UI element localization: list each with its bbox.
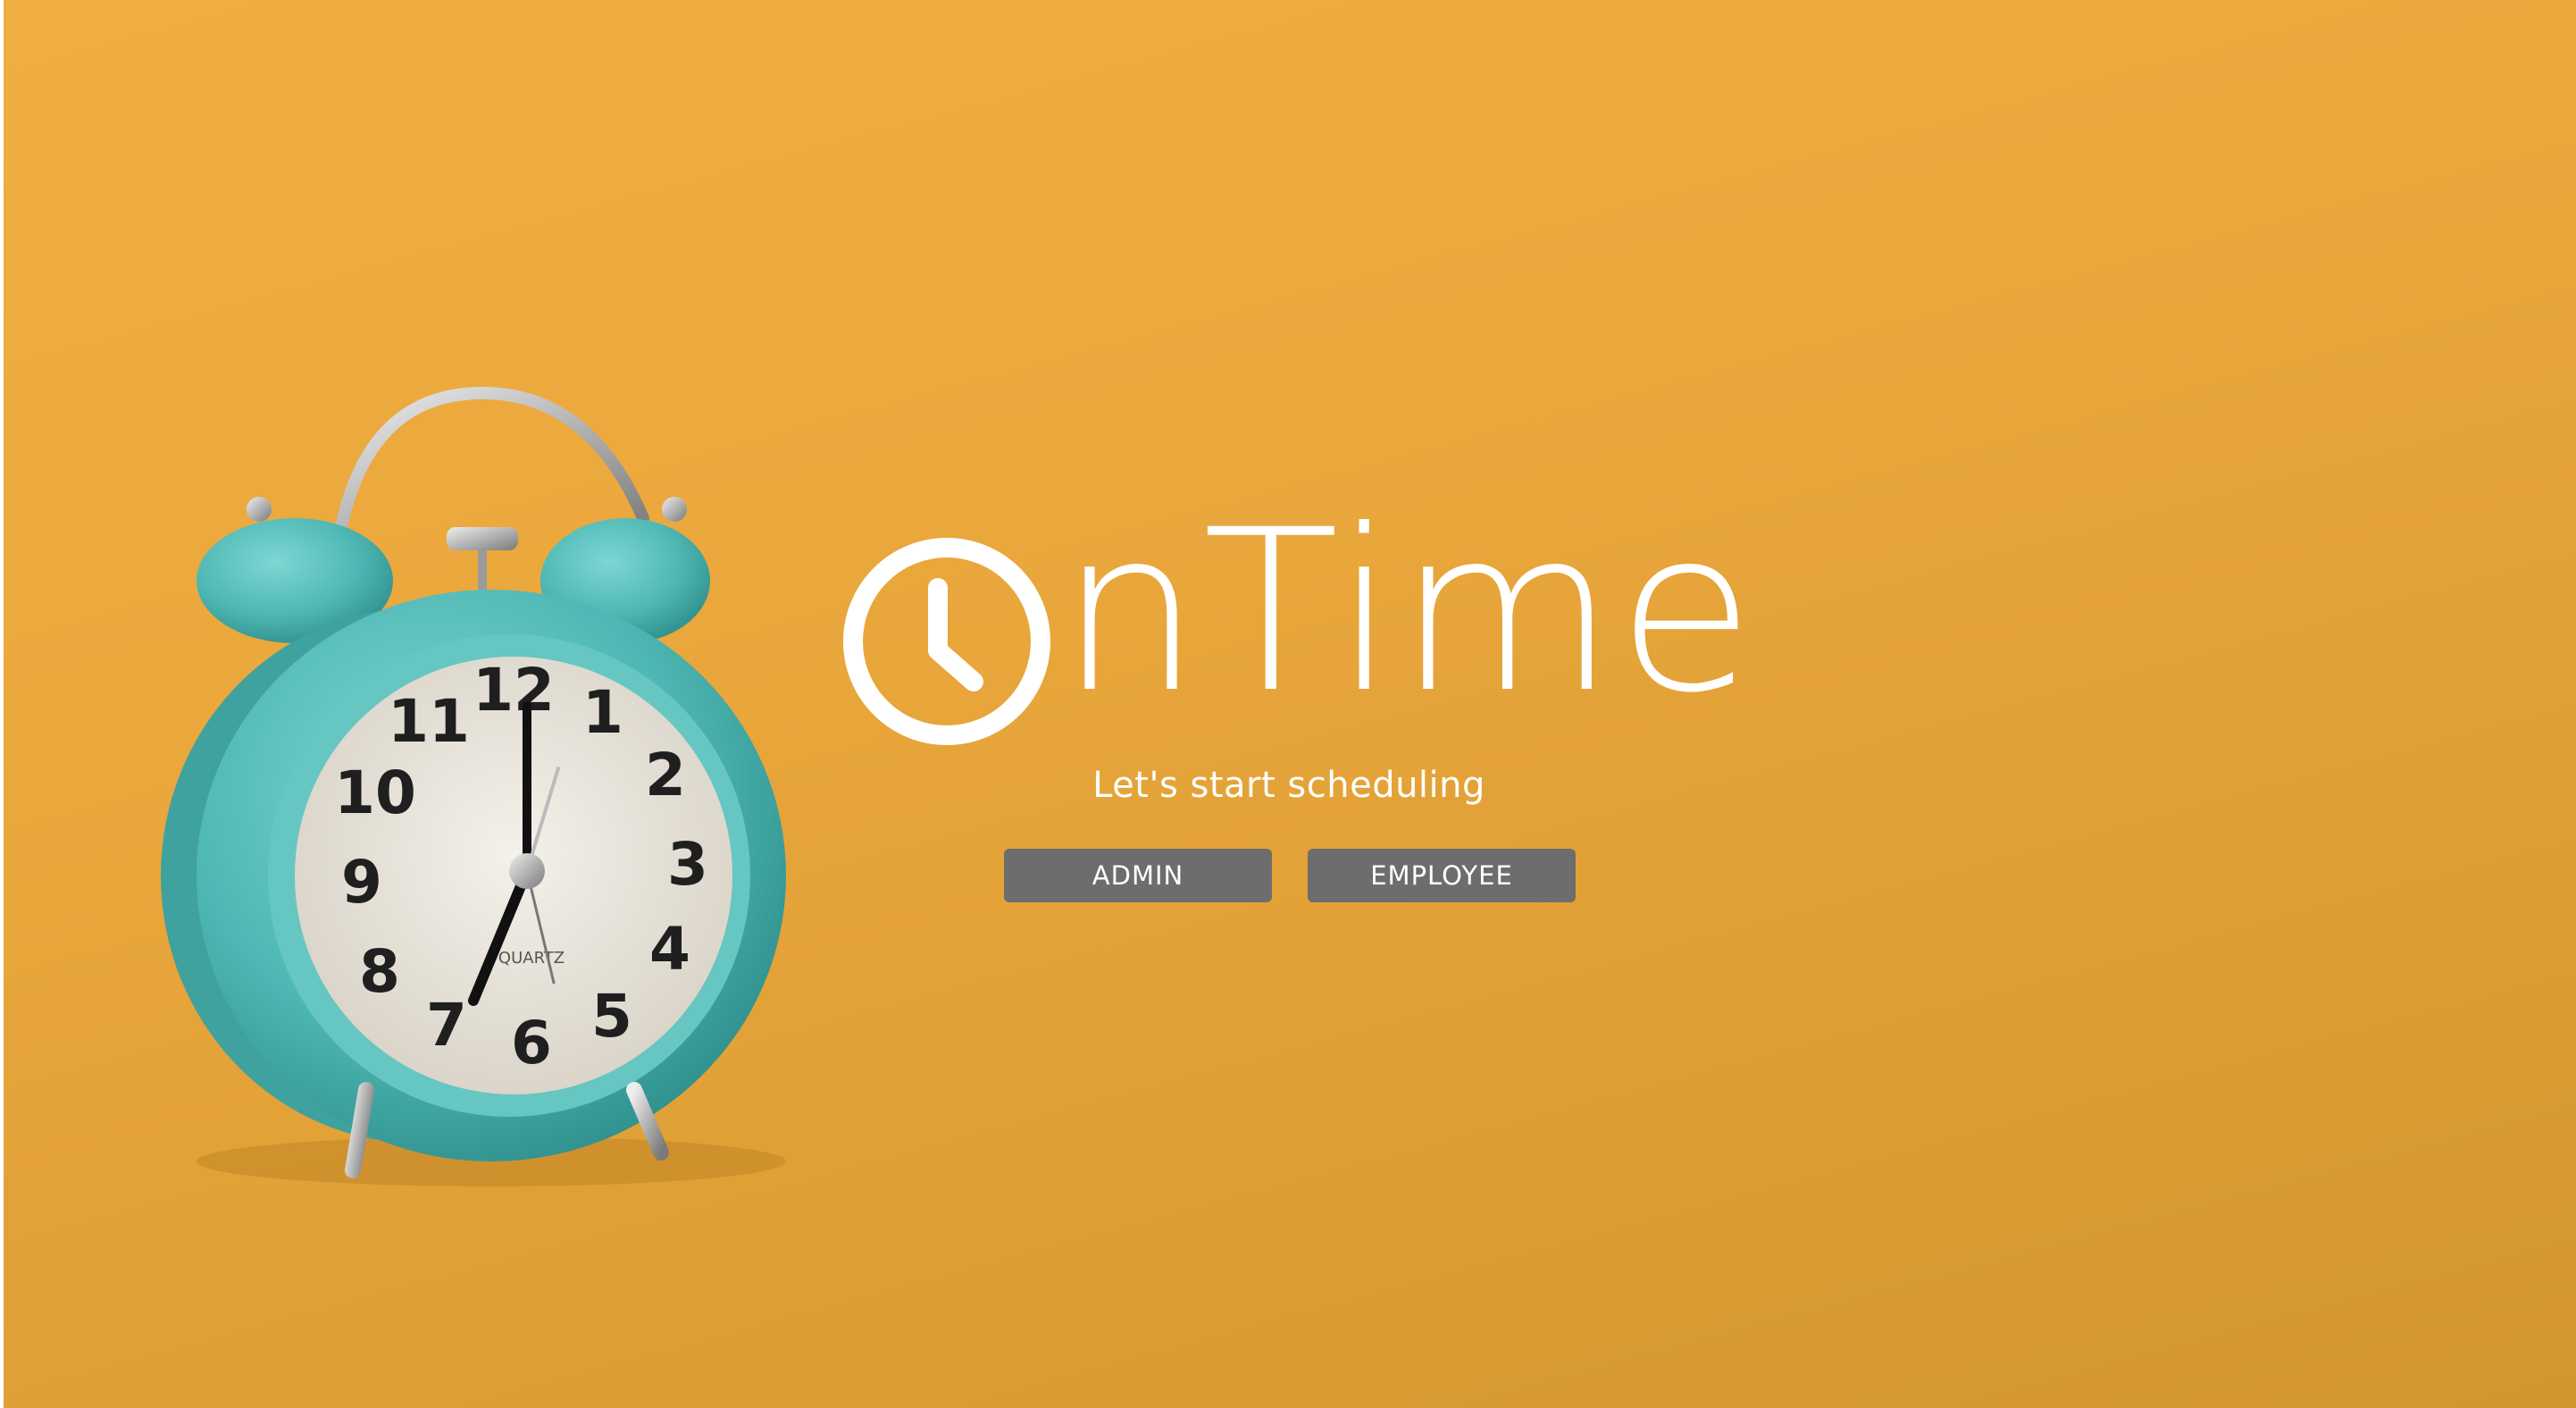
svg-text:7: 7 [426, 991, 467, 1060]
svg-text:8: 8 [359, 937, 400, 1006]
hero-section: nTime Let's start scheduling ADMIN EMPLO… [0, 500, 2576, 947]
tagline: Let's start scheduling [1092, 765, 1485, 806]
employee-button[interactable]: EMPLOYEE [1308, 849, 1576, 902]
svg-text:5: 5 [591, 982, 632, 1051]
svg-text:QUARTZ: QUARTZ [498, 949, 565, 968]
landing-page: 12 1 2 3 4 5 6 7 8 9 10 11 QUARTZ nTime … [0, 0, 2576, 1408]
ontime-logo: nTime [840, 500, 1754, 759]
clock-logo-icon [843, 538, 1050, 745]
admin-button[interactable]: ADMIN [1004, 849, 1272, 902]
logo-wordmark: nTime [1059, 482, 1757, 742]
svg-text:6: 6 [511, 1009, 552, 1077]
